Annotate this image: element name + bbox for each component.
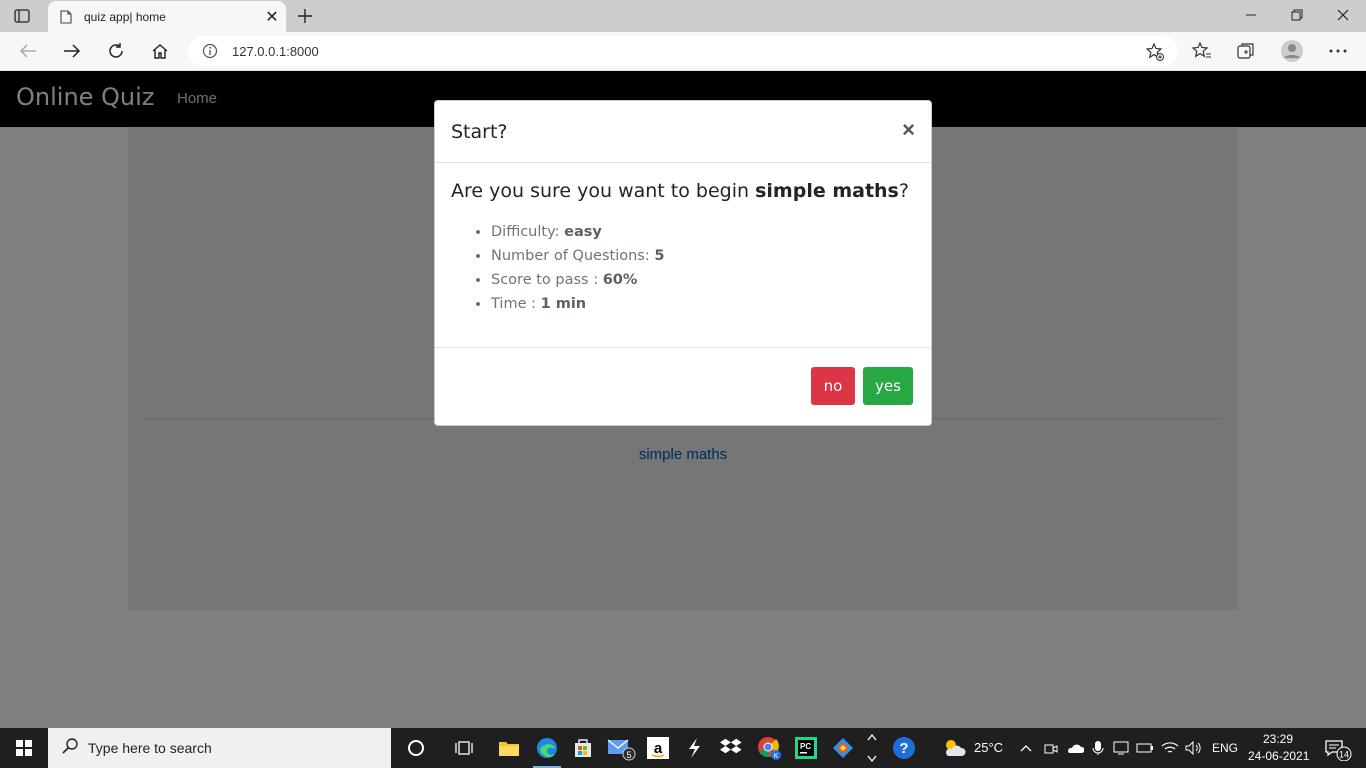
yes-button[interactable]: yes [863,367,913,405]
modal-header: Start? × [435,101,931,163]
cortana-icon[interactable] [398,728,434,768]
chrome-icon[interactable]: K [751,728,787,768]
app-color-icon[interactable] [825,728,861,768]
add-favorite-icon[interactable] [1145,42,1164,66]
windows-start-icon[interactable] [0,728,48,768]
browser-tab[interactable]: quiz app| home ✕ [48,1,286,32]
mail-badge-count: 5 [626,750,631,760]
tab-title: quiz app| home [84,9,166,24]
detail-value: easy [564,224,602,240]
browser-tab-bar: quiz app| home ✕ [0,0,1366,32]
browser-toolbar: 127.0.0.1:8000 [0,32,1366,71]
detail-time: Time : 1 min [491,292,915,316]
page-viewport: Online Quiz Home simple maths Start? × A… [0,71,1366,728]
detail-score-to-pass: Score to pass : 60% [491,268,915,292]
modal-close-icon[interactable]: × [902,117,915,143]
app-s-icon[interactable] [676,728,712,768]
svg-text:PC: PC [800,742,811,751]
minimize-icon[interactable] [1228,0,1274,30]
microsoft-store-icon[interactable] [565,728,601,768]
collections-icon[interactable] [1230,36,1262,66]
dropbox-icon[interactable] [714,728,750,768]
tab-close-icon[interactable]: ✕ [258,3,286,31]
quiz-details-list: Difficulty: easy Number of Questions: 5 … [451,220,915,316]
back-icon[interactable] [12,36,44,66]
search-placeholder: Type here to search [88,740,212,756]
no-button[interactable]: no [811,367,855,405]
detail-label: Difficulty: [491,224,565,240]
question-prefix: Are you sure you want to begin [451,180,756,202]
detail-value: 60% [602,272,638,288]
svg-text:a: a [654,740,663,757]
url-text: 127.0.0.1:8000 [232,43,319,59]
onedrive-icon[interactable] [1064,728,1086,768]
mail-icon[interactable]: 5 [603,728,639,768]
edge-browser-icon[interactable] [529,728,565,768]
tab-actions-icon[interactable] [10,6,34,26]
wifi-icon[interactable] [1158,728,1182,768]
forward-icon[interactable] [56,36,88,66]
help-icon[interactable]: ? [886,728,922,768]
show-hidden-icons[interactable] [1014,728,1038,768]
confirm-question: Are you sure you want to begin simple ma… [451,180,915,202]
pycharm-icon[interactable]: PC [788,728,824,768]
more-options-icon[interactable] [1322,36,1354,66]
clock-date[interactable]: 24-06-2021 [1248,749,1309,763]
detail-value: 5 [654,248,665,264]
restore-icon[interactable] [1274,0,1320,30]
search-icon [62,737,78,759]
detail-difficulty: Difficulty: easy [491,220,915,244]
start-quiz-modal: Start? × Are you sure you want to begin … [434,100,932,426]
notifications-icon[interactable]: 14 [1318,728,1358,768]
detail-label: Score to pass : [491,272,603,288]
home-icon[interactable] [144,36,176,66]
quiz-name: simple maths [755,180,899,202]
address-bar[interactable]: 127.0.0.1:8000 [188,36,1178,66]
detail-label: Number of Questions: [491,248,655,264]
detail-label: Time : [491,296,541,312]
device-icon[interactable] [1110,728,1132,768]
detail-question-count: Number of Questions: 5 [491,244,915,268]
close-window-icon[interactable] [1320,0,1366,30]
modal-title: Start? [451,121,508,143]
meet-now-icon[interactable] [1040,728,1062,768]
modal-footer: no yes [435,348,931,425]
refresh-icon[interactable] [100,36,132,66]
file-explorer-icon[interactable] [491,728,527,768]
microphone-icon[interactable] [1088,728,1108,768]
modal-body: Are you sure you want to begin simple ma… [435,163,931,348]
site-info-icon[interactable] [202,43,218,59]
weather-temperature[interactable]: 25°C [974,740,1003,755]
weather-icon[interactable] [936,728,972,768]
profile-avatar-icon[interactable] [1276,36,1308,66]
svg-text:?: ? [899,740,908,757]
task-view-icon[interactable] [446,728,482,768]
taskbar-scroll-icon[interactable] [862,728,882,768]
page-icon [60,9,74,24]
amazon-icon[interactable]: a [640,728,676,768]
notification-count: 14 [1339,750,1349,760]
volume-icon[interactable] [1182,728,1206,768]
windows-taskbar: Type here to search 5 a K PC ? 25°C ENG … [0,728,1366,768]
detail-value: 1 min [540,296,587,312]
svg-text:K: K [774,753,779,760]
new-tab-icon[interactable] [292,4,318,28]
taskbar-search-box[interactable]: Type here to search [48,728,391,768]
clock-time[interactable]: 23:29 [1263,732,1293,746]
favorites-icon[interactable] [1186,36,1218,66]
question-suffix: ? [898,180,909,202]
input-language[interactable]: ENG [1212,741,1238,755]
battery-icon[interactable] [1134,728,1156,768]
